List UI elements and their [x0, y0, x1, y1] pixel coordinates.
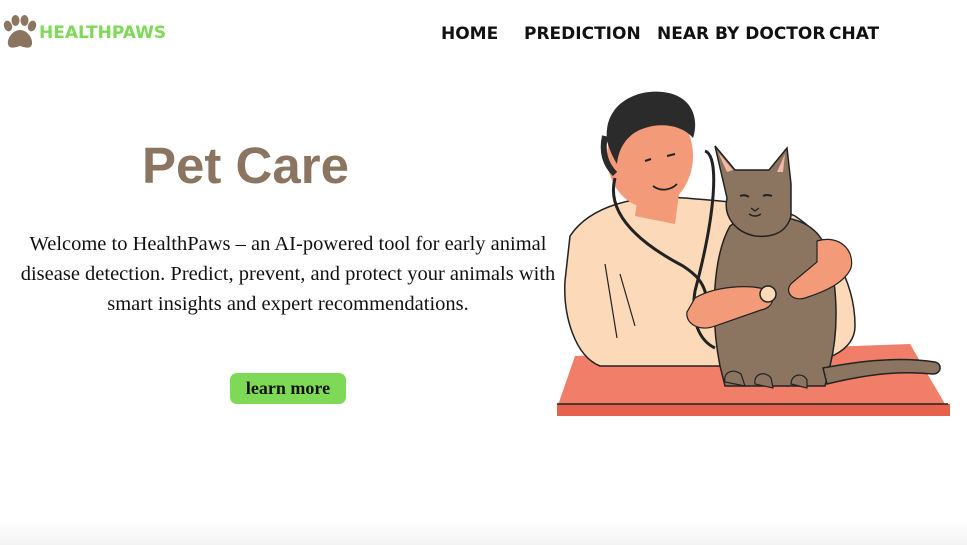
nav-chat[interactable]: CHAT [829, 24, 879, 44]
paw-icon [3, 15, 37, 48]
site-header: HEALTHPAWS HOME PREDICTION NEAR BY DOCTO… [0, 0, 967, 80]
brand-name: HEALTHPAWS [39, 23, 167, 43]
nav-home[interactable]: HOME [441, 24, 498, 44]
logo[interactable]: HEALTHPAWS [0, 14, 166, 52]
vet-with-cat-illustration [557, 91, 950, 416]
nav-prediction[interactable]: PREDICTION [524, 24, 641, 44]
nav-near-by-doctor[interactable]: NEAR BY DOCTOR [657, 24, 825, 44]
hero-description: Welcome to HealthPaws – an AI-powered to… [20, 233, 556, 315]
hero-title: Pet Care [142, 137, 349, 194]
page-bottom [0, 520, 967, 545]
learn-more-button[interactable]: learn more [230, 373, 346, 404]
